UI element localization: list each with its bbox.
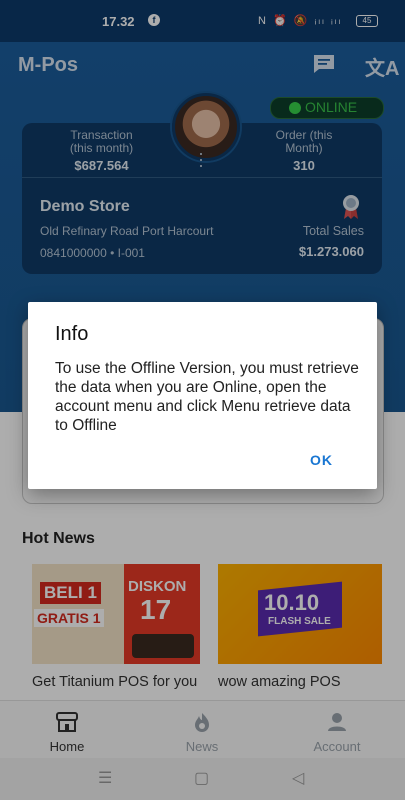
dialog-title: Info [55, 323, 89, 345]
ok-button[interactable]: OK [310, 452, 333, 468]
info-dialog: Info To use the Offline Version, you mus… [28, 302, 377, 489]
dialog-message: To use the Offline Version, you must ret… [55, 360, 359, 434]
